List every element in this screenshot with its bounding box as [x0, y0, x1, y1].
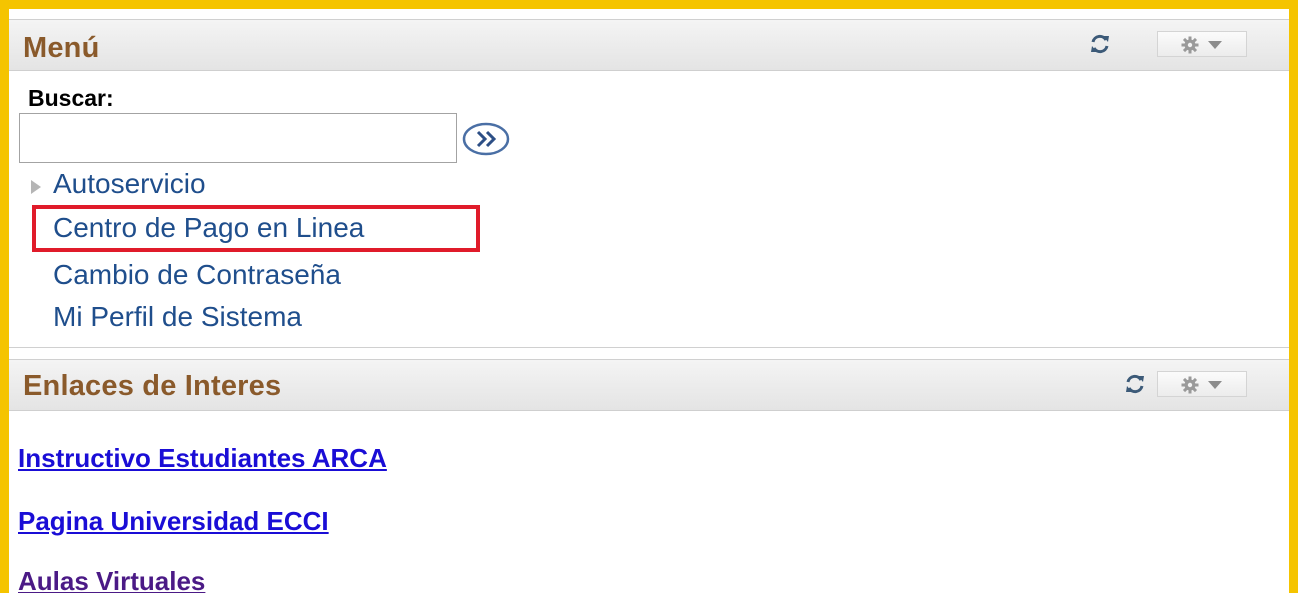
links-options-button[interactable]: [1157, 371, 1247, 397]
menu-pagelet-header: Menú: [9, 19, 1289, 71]
menu-title: Menú: [23, 32, 100, 64]
link-pagina-universidad[interactable]: Pagina Universidad ECCI: [18, 506, 329, 537]
refresh-icon[interactable]: [1124, 373, 1146, 395]
links-pagelet-header: Enlaces de Interes: [9, 359, 1289, 411]
menu-item-centro-de-pago[interactable]: Centro de Pago en Linea: [53, 212, 364, 244]
links-title: Enlaces de Interes: [23, 370, 282, 402]
gear-icon: [1181, 376, 1199, 394]
double-chevron-right-icon[interactable]: [461, 122, 511, 156]
search-label: Buscar:: [28, 85, 114, 111]
menu-item-mi-perfil[interactable]: Mi Perfil de Sistema: [53, 301, 302, 333]
refresh-icon[interactable]: [1089, 33, 1111, 55]
chevron-down-icon: [1208, 41, 1222, 49]
menu-item-autoservicio[interactable]: Autoservicio: [53, 168, 206, 200]
portal-frame: Menú Buscar: Autoservicio Centro de Pago…: [0, 0, 1298, 593]
chevron-down-icon: [1208, 381, 1222, 389]
menu-item-cambio-contrasena[interactable]: Cambio de Contraseña: [53, 259, 341, 291]
gear-icon: [1181, 36, 1199, 54]
link-aulas-virtuales[interactable]: Aulas Virtuales: [18, 566, 205, 593]
menu-options-button[interactable]: [1157, 31, 1247, 57]
expand-triangle-icon[interactable]: [29, 178, 43, 196]
link-instructivo-estudiantes[interactable]: Instructivo Estudiantes ARCA: [18, 443, 387, 474]
pagelet-divider: [9, 347, 1289, 348]
search-input[interactable]: [19, 113, 457, 163]
